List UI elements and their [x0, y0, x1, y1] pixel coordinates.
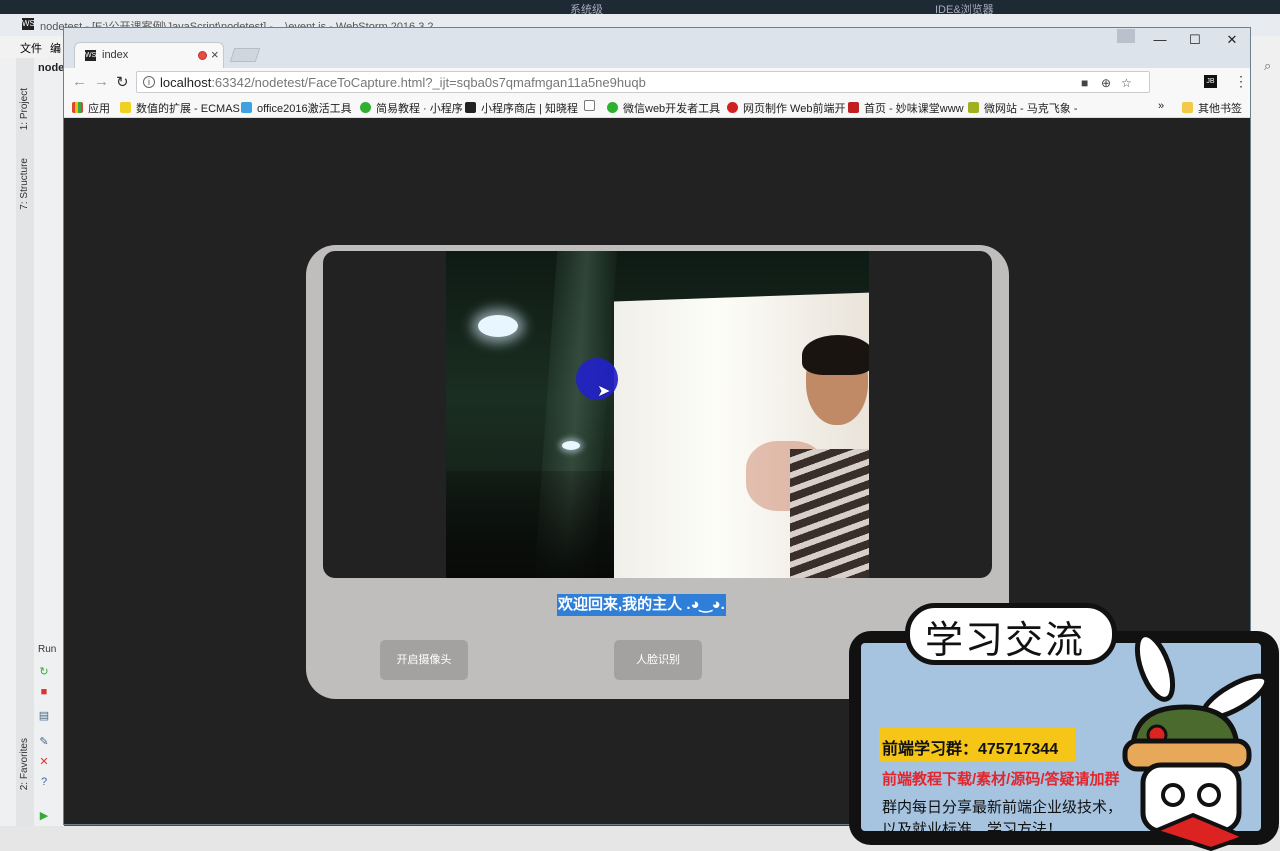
layout-icon[interactable]: ▤ [38, 710, 50, 722]
bookmark-star-icon[interactable]: ☆ [1121, 76, 1132, 90]
folder-icon [1182, 102, 1193, 113]
maxiang-icon [968, 102, 979, 113]
browser-toolbar: ← → ↻ i localhost:63342/nodetest/FaceToC… [64, 68, 1250, 96]
zoom-icon[interactable]: ⊕ [1101, 76, 1111, 90]
close-icon[interactable]: ✕ [38, 756, 50, 768]
ide-menu-file[interactable]: 文件 [20, 40, 42, 56]
help-icon[interactable]: ? [38, 776, 50, 788]
office-icon [241, 102, 252, 113]
rabbit-mascot-icon [1122, 637, 1270, 851]
open-camera-button[interactable]: 开启摄像头 [380, 640, 468, 680]
minimize-icon[interactable]: — [1146, 32, 1174, 47]
welcome-message: 欢迎回来,我的主人 .◕‿◕. [557, 594, 726, 616]
promo-line-2: 以及就业标准，学习方法！ [882, 821, 1063, 838]
ide-tab-structure[interactable]: 7: Structure [19, 158, 30, 210]
camera-icon[interactable]: ■ [1081, 76, 1088, 90]
face-recognition-button[interactable]: 人脸识别 [614, 640, 702, 680]
h-logo-icon [727, 102, 738, 113]
bookmarks-bar: 应用 数值的扩展 - ECMAS office2016激活工具 简易教程 · 小… [64, 96, 1250, 118]
bookmarks-more-icon[interactable]: » [1158, 100, 1164, 112]
video-scene-lamp [478, 315, 518, 337]
webstorm-icon: WS [22, 18, 35, 30]
run-icon[interactable]: ▶ [38, 810, 50, 822]
wechat-icon [360, 102, 371, 113]
bookmark-item[interactable]: 简易教程 · 小程序 [360, 100, 463, 116]
address-bar[interactable]: i localhost:63342/nodetest/FaceToCapture… [136, 71, 1150, 93]
jetbrains-extension-icon[interactable]: JB [1204, 75, 1217, 88]
maximize-icon[interactable]: ☐ [1181, 32, 1209, 48]
es-icon [120, 102, 131, 113]
browser-tab-index[interactable]: WS index × [74, 42, 224, 68]
ide-project-label: node [38, 62, 65, 74]
profile-icon[interactable] [1117, 29, 1135, 43]
ide-menubar: 文件 编 [0, 36, 64, 58]
bookmark-item[interactable] [584, 100, 600, 113]
back-icon[interactable]: ← [72, 73, 87, 90]
promo-overlay: 前端学习群：475717344 前端教程下载/素材/源码/答疑请加群 群内每日分… [843, 603, 1280, 851]
wechat-devtools-icon [607, 102, 618, 113]
ide-menu-edit[interactable]: 编 [50, 40, 61, 56]
apps-grid-icon [72, 102, 83, 113]
promo-title: 学习交流 [925, 618, 1086, 662]
menu-icon[interactable]: ⋮ [1234, 73, 1248, 90]
bookmark-item[interactable]: office2016激活工具 [241, 100, 352, 116]
pin-icon[interactable]: ✎ [38, 736, 50, 748]
video-person-hair [802, 335, 869, 375]
promo-group-number: 前端学习群：475717344 [882, 741, 1059, 758]
bookmark-apps[interactable]: 应用 [72, 100, 110, 116]
rerun-icon[interactable]: ↻ [38, 666, 50, 678]
ide-run-label: Run [38, 644, 57, 655]
bookmark-item[interactable]: 微网站 - 马克飞象 - [968, 100, 1078, 116]
bookmark-item[interactable]: 小程序商店 | 知晓程 [465, 100, 578, 116]
miaov-icon [848, 102, 859, 113]
promo-subtitle: 前端教程下载/素材/源码/答疑请加群 [882, 771, 1120, 788]
recording-icon [198, 51, 207, 60]
webstorm-favicon: WS [85, 50, 97, 61]
other-bookmarks[interactable]: 其他书签 [1182, 100, 1242, 116]
ide-left-panel: node 1: Project 7: Structure 2: Favorite… [0, 58, 64, 838]
ide-tab-favorites[interactable]: 2: Favorites [19, 738, 30, 790]
bookmark-item[interactable]: 数值的扩展 - ECMAS [120, 100, 240, 116]
tab-title: index [102, 49, 129, 61]
video-person-shirt [790, 449, 869, 578]
tab-strip: WS index × — ☐ ✕ [64, 28, 1250, 68]
forward-icon[interactable]: → [94, 73, 109, 90]
new-tab-button[interactable] [229, 48, 261, 62]
desktop-top-bar: 系统级 IDE&浏览器 [0, 0, 1280, 16]
close-tab-icon[interactable]: × [211, 47, 219, 62]
search-icon[interactable]: ⌕ [1264, 58, 1271, 74]
stop-icon[interactable]: ■ [38, 686, 50, 698]
video-scene-shadow [446, 471, 636, 578]
camera-video [446, 251, 869, 578]
bookmark-item[interactable]: 首页 - 妙味课堂www [848, 100, 964, 116]
promo-line-1: 群内每日分享最新前端企业级技术， [882, 799, 1123, 816]
page-icon [584, 100, 595, 111]
video-scene-lamp [562, 441, 580, 450]
ide-tab-project[interactable]: 1: Project [19, 88, 30, 130]
window-close-icon[interactable]: ✕ [1218, 32, 1246, 48]
info-icon[interactable]: i [143, 76, 155, 88]
bookmark-item[interactable]: 网页制作 Web前端开 [727, 100, 845, 116]
video-screen [323, 251, 992, 578]
reload-icon[interactable]: ↻ [116, 73, 129, 91]
mouse-pointer-icon: ➤ [597, 383, 611, 400]
person-in-video [790, 335, 869, 578]
bookmark-item[interactable]: 微信web开发者工具 [607, 100, 720, 116]
miniapp-store-icon [465, 102, 476, 113]
url-text: localhost:63342/nodetest/FaceToCapture.h… [160, 75, 646, 90]
